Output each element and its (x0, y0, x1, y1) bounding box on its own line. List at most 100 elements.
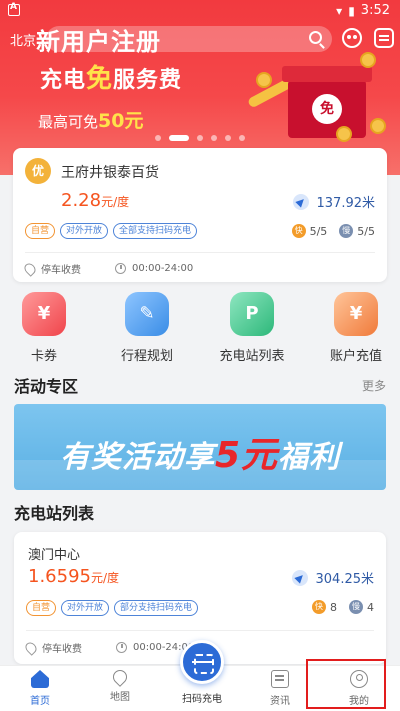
coin-icon (370, 118, 386, 134)
battery-icon: ▮ (348, 3, 355, 18)
tab-map-label: 地图 (110, 692, 130, 703)
carousel-dot[interactable] (225, 135, 231, 141)
quick-menu: ¥ 卡券 ✎ 行程规划 P 充电站列表 ¥ 账户充值 (0, 292, 400, 372)
search-icon (309, 31, 322, 44)
tab-news-label: 资讯 (270, 696, 290, 707)
promo-amount: 5元 (214, 435, 279, 476)
highlight-annotation-box (306, 659, 386, 709)
tag-self-operated: 自营 (25, 223, 56, 239)
station-list-icon: P (230, 292, 274, 336)
tab-news[interactable]: 资讯 (250, 670, 310, 707)
banner-offer: 最高可免50元 (38, 106, 143, 133)
parking-pin-icon (22, 260, 38, 277)
promo-text-pre: 有奖活动享 (59, 440, 215, 475)
banner-subtitle-highlight: 免 (86, 64, 114, 94)
trip-plan-glyph: ✎ (139, 303, 155, 324)
quick-menu-trip-plan[interactable]: ✎ 行程规划 (102, 292, 192, 364)
price-value: 2.28 (61, 190, 102, 211)
slow-charger: 慢 5/5 (339, 224, 375, 238)
tag-open: 对外开放 (60, 223, 109, 239)
activity-more-link[interactable]: 更多 (362, 377, 386, 394)
coupon-icon: ¥ (22, 292, 66, 336)
navigate-icon[interactable] (291, 569, 308, 586)
parking-fee: 停车收费 (41, 265, 81, 276)
scan-charge-button[interactable] (180, 640, 224, 684)
featured-station-card[interactable]: 优 王府井银泰百货 2.28元/度 137.92米 自营 对外开放 全部支持扫码… (13, 148, 387, 282)
carousel-dot-active[interactable] (169, 135, 189, 141)
clock-icon (116, 642, 127, 653)
activity-promo-banner[interactable]: 有奖活动享5元福利 (14, 404, 386, 490)
activity-section-title: 活动专区 (14, 377, 79, 396)
news-icon (271, 670, 289, 688)
quick-menu-recharge[interactable]: ¥ 账户充值 (311, 292, 400, 364)
map-pin-icon (110, 667, 130, 687)
station-meta: 停车收费 00:00-24:00 (23, 639, 194, 656)
distance-value: 137.92米 (316, 196, 376, 211)
customer-service-icon[interactable] (342, 28, 362, 48)
fast-count: 8 (330, 600, 337, 614)
promo-text: 有奖活动享5元福利 (14, 426, 386, 478)
divider (26, 630, 374, 631)
station-distance[interactable]: 304.25米 (291, 568, 374, 587)
station-price: 1.6595元/度 (28, 566, 119, 587)
clock-icon (115, 263, 126, 274)
slow-charger: 慢 4 (349, 600, 374, 614)
banner-offer-pre: 最高可免 (38, 113, 99, 131)
carousel-dot[interactable] (197, 135, 203, 141)
banner-offer-amount: 50元 (98, 110, 144, 132)
gift-seal: 免 (312, 94, 342, 124)
quick-menu-label: 行程规划 (120, 349, 173, 364)
quick-menu-station-list[interactable]: P 充电站列表 (207, 292, 297, 364)
app-notification-icon: A (8, 2, 20, 16)
wifi-icon: ▾ (336, 3, 343, 18)
fast-charge-icon: 快 (312, 600, 326, 614)
slow-count: 4 (367, 600, 374, 614)
station-meta: 停车收费 00:00-24:00 (22, 260, 194, 277)
carousel-dot[interactable] (211, 135, 217, 141)
station-tags: 自营 对外开放 部分支持扫码充电 (26, 600, 199, 616)
city-selector[interactable]: 北京 (10, 30, 36, 49)
navigate-icon[interactable] (292, 193, 309, 210)
carousel-dot[interactable] (155, 135, 161, 141)
quick-menu-label: 账户充值 (329, 349, 382, 364)
divider (25, 252, 375, 253)
quick-menu-label: 充电站列表 (219, 349, 285, 364)
clock-time: 3:52 (360, 3, 390, 18)
banner-subtitle: 充电免服务费 (40, 58, 182, 95)
station-distance[interactable]: 137.92米 (292, 192, 376, 211)
charger-availability: 快 8 慢 4 (312, 600, 374, 614)
parking-pin-icon (23, 639, 39, 656)
status-icons: ▾ ▮ 3:52 (336, 3, 390, 18)
banner-subtitle-pre: 充电 (40, 68, 87, 93)
opening-hours: 00:00-24:00 (132, 263, 194, 274)
quick-menu-coupons[interactable]: ¥ 卡券 (0, 292, 89, 364)
tag-self-operated: 自营 (26, 600, 57, 616)
station-price: 2.28元/度 (61, 190, 129, 211)
fast-charger: 快 5/5 (291, 224, 327, 238)
trip-plan-icon: ✎ (125, 292, 169, 336)
parking-fee: 停车收费 (42, 644, 82, 655)
recharge-glyph: ¥ (349, 303, 363, 324)
price-unit: 元/度 (101, 195, 130, 209)
slow-count: 5/5 (357, 224, 375, 238)
recharge-icon: ¥ (334, 292, 378, 336)
banner-subtitle-post: 服务费 (113, 68, 183, 93)
banner-title: 新用户注册 (36, 28, 161, 56)
station-list-glyph: P (245, 303, 259, 324)
station-name: 澳门中心 (28, 548, 81, 563)
charger-availability: 快 5/5 慢 5/5 (291, 224, 375, 238)
carousel-dot[interactable] (239, 135, 245, 141)
quick-menu-label: 卡券 (30, 349, 57, 364)
station-list-title: 充电站列表 (14, 504, 95, 523)
premium-medal-icon: 优 (25, 158, 51, 184)
home-icon (31, 670, 49, 688)
carousel-indicator (0, 135, 400, 141)
tab-home[interactable]: 首页 (10, 670, 70, 707)
tab-scan-label[interactable]: 扫码充电 (170, 690, 234, 705)
tab-map[interactable]: 地图 (90, 667, 150, 703)
message-icon[interactable] (374, 28, 394, 48)
tag-scan-support: 部分支持扫码充电 (114, 600, 199, 616)
gift-box-image: 免 (282, 66, 372, 138)
slow-charge-icon: 慢 (339, 224, 354, 238)
coupon-glyph: ¥ (37, 303, 51, 324)
